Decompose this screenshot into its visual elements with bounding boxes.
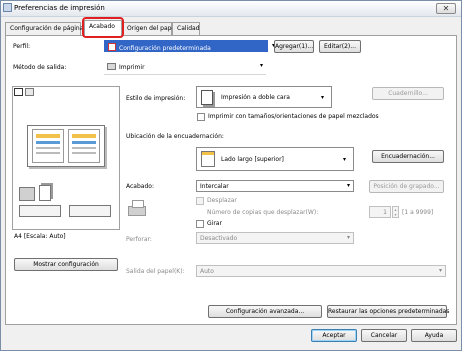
print-style-select[interactable]: Impresión a doble cara ▾: [196, 86, 332, 108]
finishing-label: Acabado:: [126, 183, 154, 190]
offset-label: Desplazar: [207, 197, 237, 204]
restore-defaults-button[interactable]: Restaurar las opciones predeterminadas: [327, 305, 449, 318]
tray-paper: [132, 200, 144, 208]
edit-profile-button[interactable]: Editar(2)...: [319, 40, 361, 53]
duplex-icon: [201, 90, 213, 105]
binding-value: Lado largo [superior]: [221, 156, 284, 163]
finishing-value: Intercalar: [200, 183, 229, 190]
mixed-sizes-checkbox[interactable]: [197, 113, 205, 121]
preview-text-line: [36, 152, 60, 154]
paper-stack-icon: [39, 185, 51, 201]
preview-text-line: [72, 152, 96, 154]
preview-band-yellow: [72, 134, 96, 138]
finisher-tray-icon: [19, 187, 35, 201]
chevron-down-icon: ▾: [321, 94, 325, 101]
print-style-label: Estilo de impresión:: [126, 95, 186, 102]
offset-tray-icon: [128, 200, 150, 218]
binding-select[interactable]: Lado largo [superior] ▾: [196, 147, 354, 171]
profile-icon: [108, 43, 116, 51]
tab-highlight-box: [82, 17, 124, 38]
preview-page-right: [68, 129, 100, 163]
preview-scale-text: A4 [Escala: Auto]: [14, 233, 66, 240]
show-settings-button[interactable]: Mostrar configuración: [14, 258, 118, 271]
preview-band-blue: [72, 141, 96, 144]
preview-layout-icon[interactable]: [14, 88, 23, 96]
punch-label: Perforar:: [126, 236, 152, 243]
profile-select[interactable]: Configuración predeterminada ▾: [104, 40, 275, 52]
paper-output-select[interactable]: Auto ▾: [196, 265, 446, 277]
page-preview: [12, 86, 120, 230]
preview-page-left: [32, 129, 64, 163]
punch-select[interactable]: Desactivado ▾: [196, 232, 354, 244]
advanced-settings-button[interactable]: Configuración avanzada...: [208, 305, 322, 318]
profile-label: Perfil:: [13, 43, 31, 50]
binding-edge: [202, 152, 214, 155]
binding-label: Ubicación de la encuadernación:: [126, 133, 224, 140]
output-method-select[interactable]: Imprimir ▾: [104, 61, 266, 73]
preview-band-yellow: [36, 134, 60, 138]
add-profile-button[interactable]: Agregar(1)...: [274, 40, 314, 53]
window-title: Preferencias de impresión: [14, 4, 105, 12]
offset-copies-input[interactable]: 1: [369, 206, 391, 218]
tab-paper-source[interactable]: Origen del papel: [122, 22, 177, 35]
close-icon[interactable]: ✕: [436, 3, 456, 14]
preview-text-line: [72, 147, 96, 149]
staple-position-button[interactable]: Posición de grapado...: [369, 180, 444, 193]
paper-output-label: Salida del papel(K):: [126, 268, 185, 275]
printer-app-icon: [3, 3, 12, 12]
offset-copies-range: [1 a 9999]: [402, 209, 434, 216]
rotate-checkbox[interactable]: [196, 220, 204, 228]
preview-text-line: [36, 147, 60, 149]
mixed-sizes-label: Imprimir con tamaños/orientaciones de pa…: [208, 113, 379, 120]
paper-output-value: Auto: [200, 268, 214, 275]
preview-band-blue: [36, 141, 60, 144]
offset-copies-label: Número de copias que desplazar(W):: [207, 209, 319, 216]
chevron-down-icon: ▾: [438, 267, 442, 274]
ok-button[interactable]: Aceptar: [311, 329, 357, 342]
chevron-down-icon: ▾: [343, 156, 347, 163]
output-method-value: Imprimir: [119, 64, 145, 71]
offset-checkbox[interactable]: [196, 197, 204, 205]
finishing-select[interactable]: Intercalar ▾: [196, 180, 354, 192]
output-method-underline: [104, 74, 266, 75]
tab-quality[interactable]: Calidad: [172, 22, 200, 35]
print-style-value: Impresión a doble cara: [221, 94, 290, 101]
output-method-label: Método de salida:: [13, 64, 67, 71]
printer-icon: [107, 63, 116, 70]
offset-copies-spinner[interactable]: ▴ ▾: [392, 206, 399, 218]
chevron-down-icon: ▾: [346, 234, 350, 241]
finishing-options-icon-group-right[interactable]: [69, 205, 111, 217]
profile-value: Configuración predeterminada: [119, 45, 211, 52]
finishing-options-icon-group-left[interactable]: [19, 205, 61, 217]
binding-button[interactable]: Encuadernación...: [372, 150, 444, 163]
punch-value: Desactivado: [200, 235, 238, 242]
preview-printer-icon[interactable]: [25, 88, 34, 96]
preview-paper: [27, 125, 105, 167]
help-button[interactable]: Ayuda: [411, 329, 457, 342]
cancel-button[interactable]: Cancelar: [361, 329, 407, 342]
rotate-label: Girar: [207, 220, 222, 227]
binding-icon: [201, 151, 215, 167]
chevron-down-icon: ▾: [259, 62, 263, 69]
booklet-button[interactable]: Cuadernillo...: [372, 87, 444, 100]
tab-page-setup[interactable]: Configuración de página: [5, 22, 83, 35]
chevron-down-icon: ▾: [346, 182, 350, 189]
